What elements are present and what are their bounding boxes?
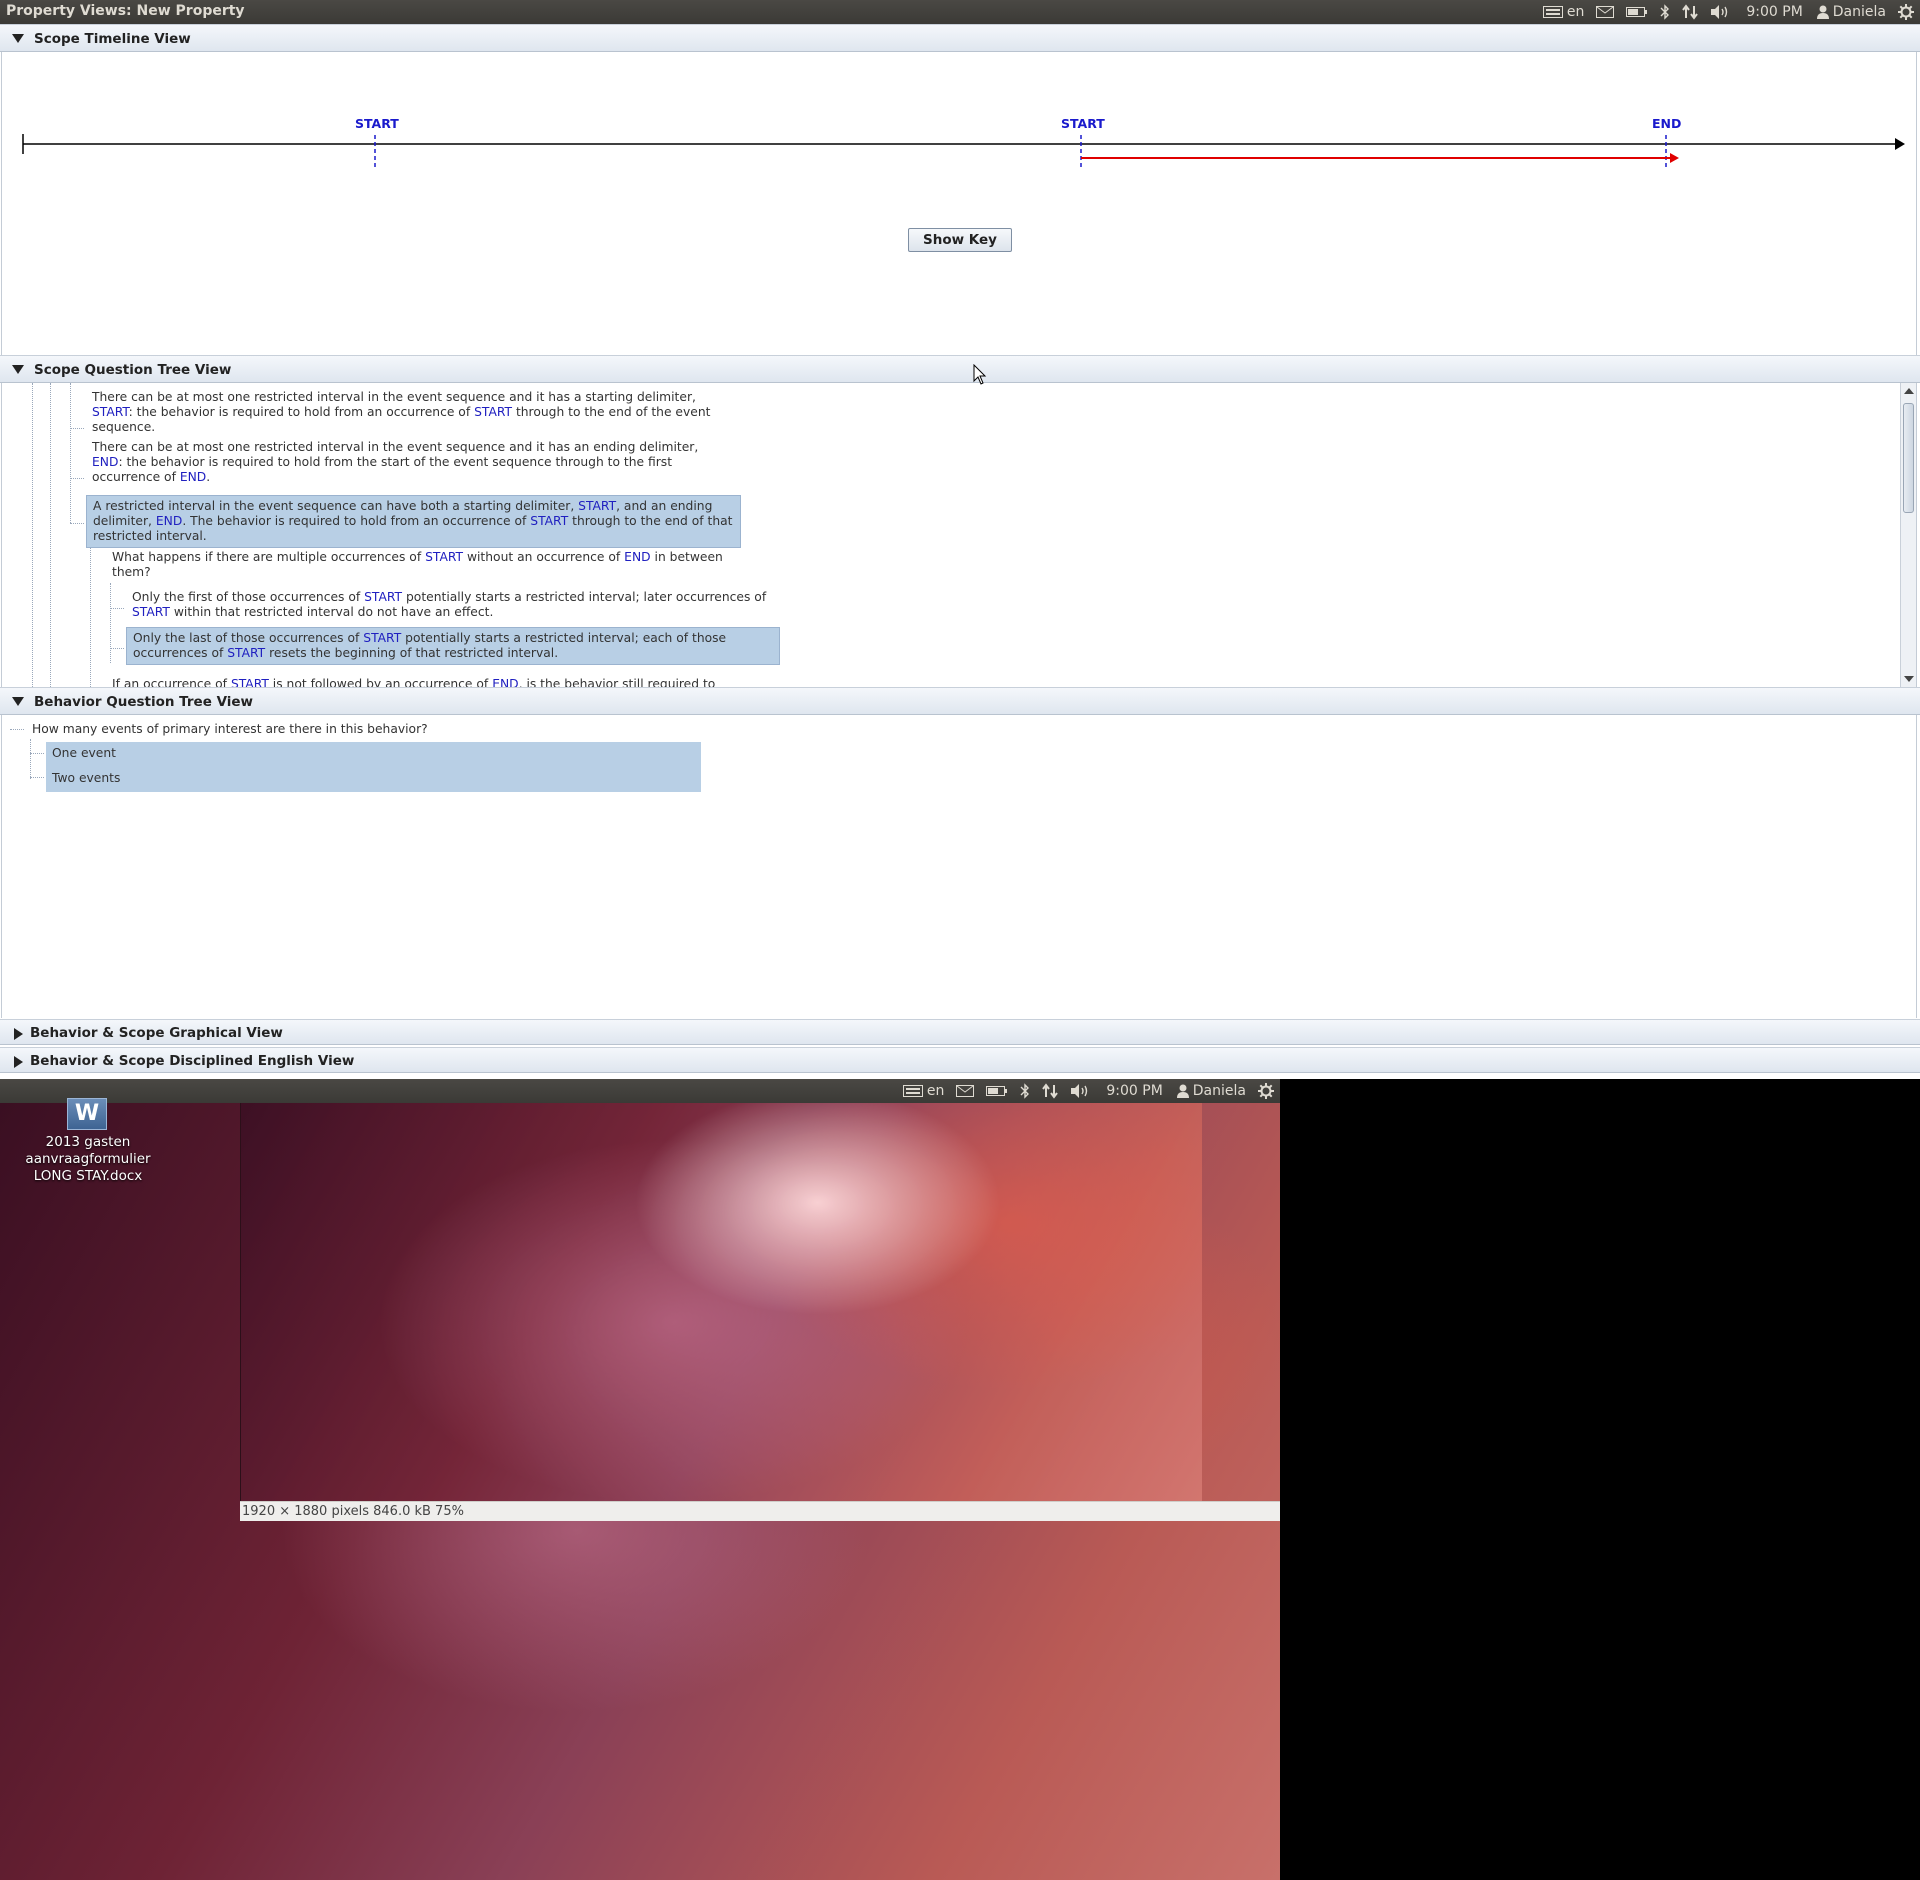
scope-question-header[interactable]: Scope Question Tree View (0, 355, 1920, 383)
english-view-header[interactable]: Behavior & Scope Disciplined English Vie… (0, 1047, 1920, 1073)
gear-icon (1258, 1083, 1274, 1099)
tree-guide (30, 777, 44, 778)
battery-icon[interactable] (1626, 6, 1648, 18)
tree-guide (32, 383, 33, 687)
scrollbar-thumb[interactable] (1903, 403, 1914, 513)
section-title: Scope Timeline View (34, 31, 191, 47)
section-title: Behavior & Scope Graphical View (30, 1025, 283, 1041)
collapse-triangle-icon[interactable] (12, 34, 24, 43)
scope-option-end-only[interactable]: There can be at most one restricted inte… (86, 437, 736, 488)
graphical-view-header[interactable]: Behavior & Scope Graphical View (0, 1019, 1920, 1045)
scope-question-tree: There can be at most one restricted inte… (1, 383, 1917, 687)
window-title: Property Views: New Property (6, 3, 245, 19)
scope-option-last-start[interactable]: Only the last of those occurrences of ST… (126, 627, 780, 665)
scope-option-start-only[interactable]: There can be at most one restricted inte… (86, 387, 736, 438)
timeline-marker-end: END (1652, 116, 1682, 131)
tree-guide (70, 383, 71, 523)
scope-option-first-start[interactable]: Only the first of those occurrences of S… (126, 587, 776, 623)
image-viewer-statusbar: 1920 × 1880 pixels 846.0 kB 75% (240, 1501, 1280, 1521)
tree-guide (70, 523, 84, 524)
language-indicator: en (926, 1083, 945, 1099)
bluetooth-icon[interactable] (1660, 4, 1670, 20)
timeline-graphic (22, 134, 1905, 168)
mail-icon[interactable] (1596, 6, 1615, 18)
expand-triangle-icon[interactable] (14, 1056, 23, 1068)
image-viewer-preview (240, 1103, 1202, 1501)
property-views-window: Scope Timeline View START START END Show… (0, 24, 1920, 1079)
volume-icon[interactable] (1710, 4, 1730, 20)
keyboard-icon[interactable] (1542, 6, 1563, 18)
user-icon (1176, 1084, 1189, 1098)
nested-system-tray: en 9:00 PM Daniela (891, 1079, 1274, 1103)
tree-guide (110, 583, 111, 663)
clock[interactable]: 9:00 PM (1746, 4, 1802, 20)
system-tray: en 9:00 PM Daniela (1531, 0, 1914, 24)
show-key-button[interactable]: Show Key (908, 228, 1012, 252)
desktop-file-label[interactable]: 2013 gasten aanvraagformulier LONG STAY.… (12, 1134, 164, 1185)
network-icon[interactable] (1682, 4, 1699, 20)
mouse-pointer-icon (973, 364, 987, 385)
tree-guide (30, 739, 31, 779)
scope-option-start-and-end[interactable]: A restricted interval in the event seque… (86, 495, 741, 548)
tree-guide (110, 608, 124, 609)
clock: 9:00 PM (1106, 1083, 1163, 1099)
timeline-axis-arrowhead (1895, 138, 1905, 150)
timeline-marker-start-1: START (355, 116, 399, 131)
top-panel: Property Views: New Property en 9:00 PM … (0, 0, 1920, 24)
section-title: Behavior & Scope Disciplined English Vie… (30, 1053, 355, 1069)
timeline-marker-start-2: START (1061, 116, 1105, 131)
behavior-option-one-event[interactable]: One event (46, 743, 701, 764)
battery-icon (986, 1085, 1008, 1097)
user-icon[interactable] (1816, 5, 1829, 19)
behavior-question[interactable]: How many events of primary interest are … (26, 719, 726, 740)
section-title: Behavior Question Tree View (34, 694, 254, 710)
scope-question-start-without-end[interactable]: If an occurrence of START is not followe… (106, 674, 806, 687)
tree-guide (110, 648, 124, 649)
scope-tree-scrollbar[interactable] (1900, 383, 1916, 687)
volume-icon (1070, 1083, 1090, 1099)
tree-guide (90, 533, 91, 687)
language-indicator[interactable]: en (1567, 4, 1585, 20)
collapse-triangle-icon[interactable] (12, 365, 24, 374)
behavior-question-tree: How many events of primary interest are … (1, 715, 1917, 1018)
tree-guide (30, 753, 44, 754)
mail-icon (956, 1085, 975, 1097)
behavior-option-two-events[interactable]: Two events (46, 768, 701, 789)
nested-top-panel: en 9:00 PM Daniela (0, 1079, 1280, 1103)
scope-timeline-header[interactable]: Scope Timeline View (0, 24, 1920, 52)
user-name[interactable]: Daniela (1833, 4, 1886, 20)
tree-guide (70, 478, 84, 479)
expand-triangle-icon[interactable] (14, 1028, 23, 1040)
bluetooth-icon (1020, 1083, 1030, 1099)
tree-guide (70, 428, 84, 429)
gear-icon[interactable] (1898, 4, 1914, 20)
section-title: Scope Question Tree View (34, 362, 232, 378)
restricted-interval-arrowhead (1670, 153, 1679, 163)
scroll-up-icon[interactable] (1901, 385, 1917, 397)
user-name: Daniela (1192, 1083, 1246, 1099)
scope-question-multiple-start[interactable]: What happens if there are multiple occur… (106, 547, 756, 583)
network-icon (1042, 1083, 1059, 1099)
behavior-question-header[interactable]: Behavior Question Tree View (0, 687, 1920, 715)
word-document-icon[interactable]: W (67, 1098, 107, 1130)
tree-guide (50, 383, 51, 687)
collapse-triangle-icon[interactable] (12, 697, 24, 706)
keyboard-icon (902, 1085, 923, 1097)
scroll-down-icon[interactable] (1901, 673, 1917, 685)
tree-guide (10, 729, 24, 730)
scope-timeline-panel: START START END Show Key (1, 52, 1917, 379)
